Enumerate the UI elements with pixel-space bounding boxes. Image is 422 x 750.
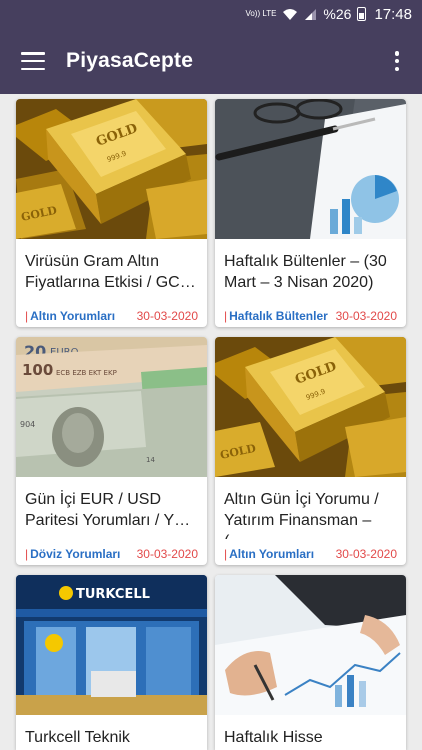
svg-text:904: 904	[20, 420, 35, 429]
article-image-euro-dollar-banknotes: 20 EURO 100 ECB EZB EKT EKP 10 904 14	[16, 337, 207, 477]
article-category[interactable]: | Altın Yorumları	[224, 547, 314, 561]
article-image-gold-bars: GOLD 999.9 GOLD	[215, 337, 406, 477]
article-category[interactable]: | Haftalık Bültenler	[224, 309, 328, 323]
article-card[interactable]: GOLD 999.9 GOLD Altın Gün İçi Yorumu / Y…	[215, 337, 406, 565]
article-title: Gün İçi EUR / USD Paritesi Yorumları / Y…	[25, 491, 191, 529]
article-card[interactable]: Haftalık Bültenler – (30 Mart – 3 Nisan …	[215, 99, 406, 327]
article-card[interactable]: TURKCELL Turkcell Teknik	[16, 575, 207, 750]
clock: 17:48	[374, 5, 412, 23]
article-category[interactable]: | Döviz Yorumları	[25, 547, 120, 561]
article-date: 30-03-2020	[136, 547, 198, 561]
signal-icon	[305, 8, 317, 20]
article-meta: | Altın Yorumları 30-03-2020	[215, 539, 406, 561]
svg-text:100: 100	[22, 361, 53, 379]
hamburger-menu-icon[interactable]	[21, 52, 45, 70]
app-bar: PiyasaCepte	[0, 28, 422, 94]
wifi-icon	[283, 8, 298, 20]
more-vert-icon[interactable]	[394, 51, 400, 71]
battery-icon	[357, 7, 367, 21]
svg-text:14: 14	[146, 456, 155, 464]
svg-text:TURKCELL: TURKCELL	[76, 587, 150, 602]
article-title: Turkcell Teknik	[25, 729, 130, 746]
article-title: Altın Gün İçi Yorumu / Yatırım Finansman…	[224, 491, 379, 539]
battery-percent: %26	[323, 6, 352, 22]
article-date: 30-03-2020	[335, 309, 397, 323]
article-meta: | Döviz Yorumları 30-03-2020	[16, 539, 207, 561]
article-card[interactable]: Haftalık Hisse	[215, 575, 406, 750]
article-title: Virüsün Gram Altın Fiyatlarına Etkisi / …	[25, 253, 196, 291]
article-image-glasses-pen-report	[215, 99, 406, 239]
article-title: Haftalık Bültenler – (30 Mart – 3 Nisan …	[224, 253, 387, 291]
article-image-turkcell-store: TURKCELL	[16, 575, 207, 715]
article-meta: | Haftalık Bültenler 30-03-2020	[215, 301, 406, 323]
article-date: 30-03-2020	[136, 309, 198, 323]
article-meta: | Altın Yorumları 30-03-2020	[16, 301, 207, 323]
app-title: PiyasaCepte	[66, 49, 194, 72]
article-date: 30-03-2020	[335, 547, 397, 561]
article-image-gold-bars: GOLD 999.9 GOLD	[16, 99, 207, 239]
article-card[interactable]: GOLD 999.9 GOLD Virüsün Gram Altın Fiyat…	[16, 99, 207, 327]
network-label: Vo)) LTE	[245, 9, 277, 18]
svg-text:ECB EZB EKT EKP: ECB EZB EKT EKP	[56, 369, 117, 377]
article-title: Haftalık Hisse	[224, 729, 323, 746]
article-image-hand-pen-chart	[215, 575, 406, 715]
status-bar: Vo)) LTE %26 17:48	[0, 0, 422, 28]
article-card[interactable]: 20 EURO 100 ECB EZB EKT EKP 10 904 14 Gü…	[16, 337, 207, 565]
article-category[interactable]: | Altın Yorumları	[25, 309, 115, 323]
